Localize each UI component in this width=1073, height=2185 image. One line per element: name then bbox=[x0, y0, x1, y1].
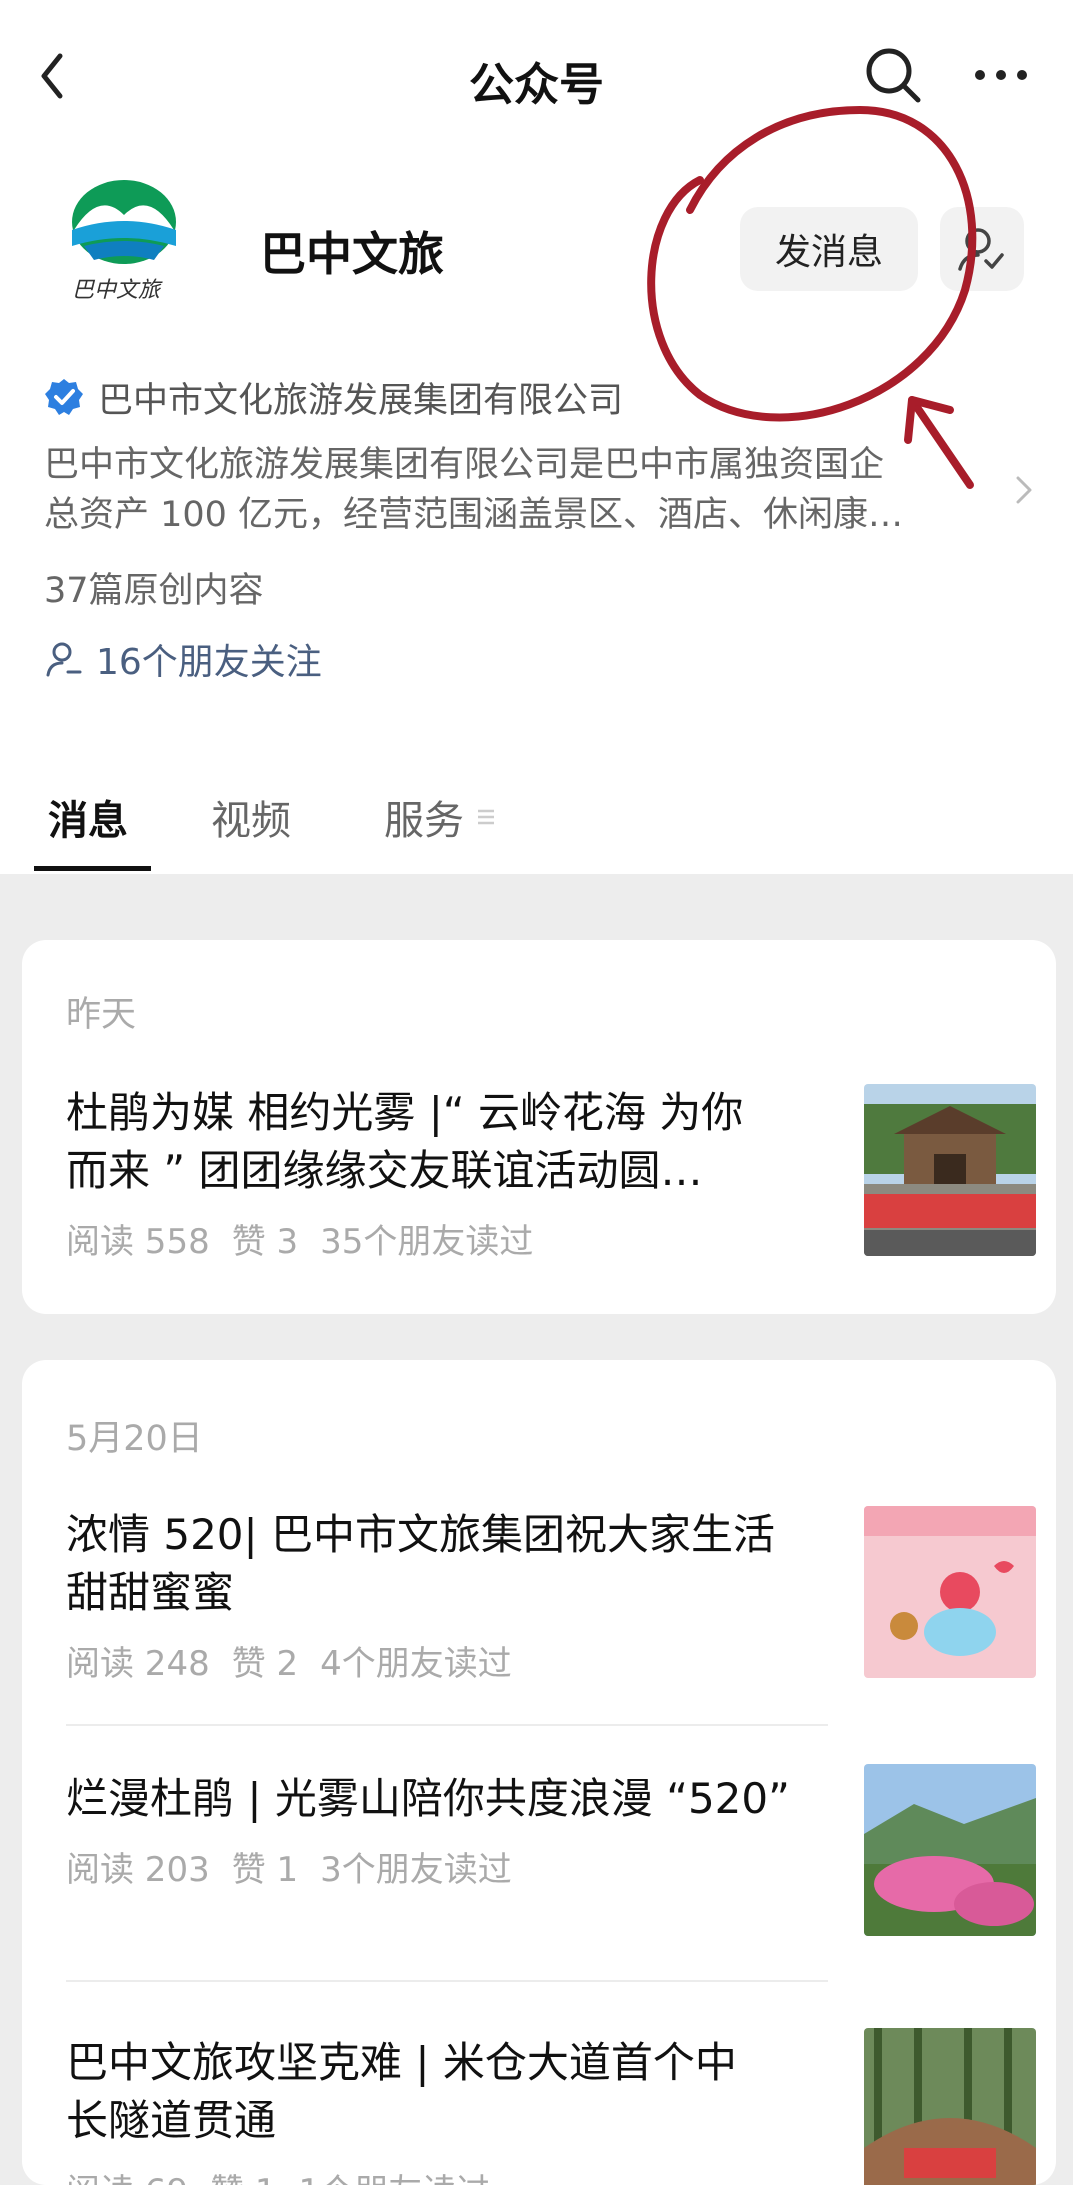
more-dots-icon[interactable] bbox=[970, 50, 1032, 100]
card-date: 昨天 bbox=[66, 995, 137, 1035]
article-title-line: 甜甜蜜蜜 bbox=[66, 1568, 235, 1617]
read-count: 阅读 203 bbox=[66, 1850, 210, 1890]
friends-following-row[interactable]: 16个朋友关注 bbox=[44, 634, 322, 684]
avatar[interactable]: 巴中文旅 bbox=[44, 160, 204, 320]
verified-company-name: 巴中市文化旅游发展集团有限公司 bbox=[98, 380, 624, 421]
article-item[interactable]: 烂漫杜鹃 | 光雾山陪你共度浪漫 “520” 阅读 203 赞 1 3个朋友读过 bbox=[66, 1764, 1036, 1942]
search-icon[interactable] bbox=[862, 44, 924, 106]
article-title: 烂漫杜鹃 | 光雾山陪你共度浪漫 “520” bbox=[66, 1770, 836, 1828]
read-count: 阅读 248 bbox=[66, 1644, 210, 1684]
tab-messages[interactable]: 消息 bbox=[48, 788, 128, 846]
feed-card: 昨天 杜鹃为媒 相约光雾 |“ 云岭花海 为你 而来 ” 团团缘缘交友联谊活动圆… bbox=[22, 940, 1056, 1314]
original-content-count[interactable]: 37篇原创内容 bbox=[44, 562, 264, 613]
article-title-line: 杜鹃为媒 相约光雾 |“ 云岭花海 为你 bbox=[66, 1088, 744, 1137]
like-count: 赞 3 bbox=[231, 1222, 299, 1262]
message-feed: 昨天 杜鹃为媒 相约光雾 |“ 云岭花海 为你 而来 ” 团团缘缘交友联谊活动圆… bbox=[0, 874, 1073, 2185]
like-count: 赞 1 bbox=[231, 1850, 299, 1890]
article-title: 杜鹃为媒 相约光雾 |“ 云岭花海 为你 而来 ” 团团缘缘交友联谊活动圆… bbox=[66, 1084, 836, 1200]
send-message-button[interactable]: 发消息 bbox=[740, 207, 918, 291]
logo-text: 巴中文旅 bbox=[72, 278, 161, 303]
article-title-line: 浓情 520| 巴中市文旅集团祝大家生活 bbox=[66, 1510, 776, 1559]
article-thumbnail[interactable] bbox=[864, 1764, 1036, 1936]
friends-read-count: 35个朋友读过 bbox=[320, 1222, 534, 1262]
description-line: 总资产 100 亿元，经营范围涵盖景区、酒店、休闲康… bbox=[44, 495, 904, 535]
follow-button[interactable] bbox=[940, 207, 1024, 291]
article-title: 浓情 520| 巴中市文旅集团祝大家生活 甜甜蜜蜜 bbox=[66, 1506, 836, 1622]
verified-badge-icon bbox=[45, 379, 83, 415]
article-stats: 阅读 248 赞 2 4个朋友读过 bbox=[66, 1636, 534, 1685]
divider bbox=[66, 1724, 828, 1726]
account-name: 巴中文旅 bbox=[260, 227, 444, 281]
article-thumbnail[interactable] bbox=[864, 1084, 1036, 1256]
article-title-line: 长隧道贯通 bbox=[66, 2096, 277, 2145]
like-count: 赞 1 bbox=[210, 2172, 276, 2185]
top-bar: 公众号 bbox=[0, 0, 1073, 150]
article-item[interactable]: 浓情 520| 巴中市文旅集团祝大家生活 甜甜蜜蜜 阅读 248 赞 2 4个朋友读… bbox=[66, 1506, 1036, 1696]
card-date: 5月20日 bbox=[66, 1419, 203, 1459]
article-title-line: 而来 ” 团团缘缘交友联谊活动圆… bbox=[66, 1146, 703, 1195]
tab-videos[interactable]: 视频 bbox=[211, 788, 291, 846]
menu-lines-icon bbox=[476, 804, 498, 830]
verified-row: 巴中市文化旅游发展集团有限公司 bbox=[44, 372, 623, 422]
read-count: 阅读 69 bbox=[66, 2172, 188, 2185]
like-count: 赞 2 bbox=[231, 1644, 299, 1684]
article-stats: 阅读 69 赞 1 1个朋友读过 bbox=[66, 2164, 512, 2185]
friends-read-count: 4个朋友读过 bbox=[320, 1644, 512, 1684]
description-line: 巴中市文化旅游发展集团有限公司是巴中市属独资国企 bbox=[44, 445, 885, 485]
article-item[interactable]: 巴中文旅攻坚克难 | 米仓大道首个中 长隧道贯通 阅读 69 赞 1 1个朋友读过 bbox=[66, 2028, 1036, 2185]
article-stats: 阅读 203 赞 1 3个朋友读过 bbox=[66, 1842, 534, 1891]
feed-card: 5月20日 浓情 520| 巴中市文旅集团祝大家生活 甜甜蜜蜜 阅读 248 赞 … bbox=[22, 1360, 1056, 2185]
article-title-line: 烂漫杜鹃 | 光雾山陪你共度浪漫 “520” bbox=[66, 1774, 790, 1823]
article-thumbnail[interactable] bbox=[864, 2028, 1036, 2185]
article-stats: 阅读 558 赞 3 35个朋友读过 bbox=[66, 1214, 555, 1263]
friends-read-count: 1个朋友读过 bbox=[299, 2172, 491, 2185]
article-title-line: 巴中文旅攻坚克难 | 米仓大道首个中 bbox=[66, 2038, 737, 2087]
read-count: 阅读 558 bbox=[66, 1222, 210, 1262]
tab-services[interactable]: 服务 bbox=[384, 788, 464, 846]
friend-icon bbox=[46, 642, 82, 677]
friends-following-text: 16个朋友关注 bbox=[96, 642, 322, 683]
active-tab-indicator bbox=[34, 866, 151, 871]
tab-bar: 消息 视频 服务 bbox=[0, 760, 1073, 874]
article-title: 巴中文旅攻坚克难 | 米仓大道首个中 长隧道贯通 bbox=[66, 2034, 836, 2150]
friends-read-count: 3个朋友读过 bbox=[320, 1850, 512, 1890]
divider bbox=[66, 1980, 828, 1982]
chevron-right-icon[interactable] bbox=[1010, 470, 1040, 510]
account-description[interactable]: 巴中市文化旅游发展集团有限公司是巴中市属独资国企 总资产 100 亿元，经营范围… bbox=[44, 440, 994, 540]
article-thumbnail[interactable] bbox=[864, 1506, 1036, 1678]
article-item[interactable]: 杜鹃为媒 相约光雾 |“ 云岭花海 为你 而来 ” 团团缘缘交友联谊活动圆… 阅… bbox=[66, 1084, 1036, 1274]
user-check-icon bbox=[958, 228, 1004, 271]
